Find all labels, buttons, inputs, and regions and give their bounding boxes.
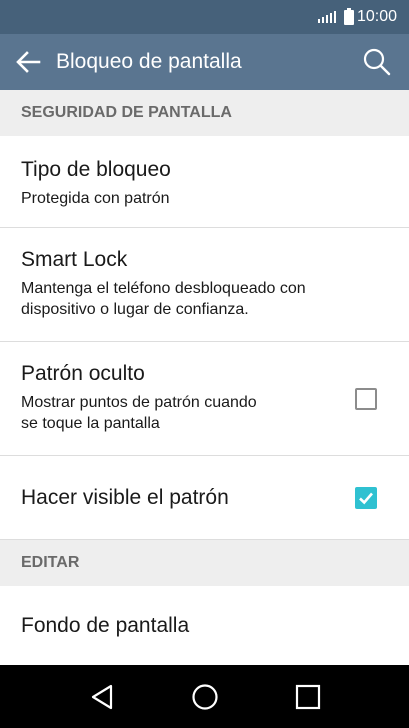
item-summary-line: Mostrar puntos de patrón cuando xyxy=(21,394,257,411)
item-title: Hacer visible el patrón xyxy=(21,485,229,509)
list-item-smart-lock[interactable]: Smart Lock Mantenga el teléfono desbloqu… xyxy=(0,228,409,342)
search-icon xyxy=(363,48,391,76)
item-title: Patrón oculto xyxy=(21,362,145,385)
square-recents-icon xyxy=(295,684,320,709)
navigation-bar xyxy=(0,665,409,728)
nav-recents-button[interactable] xyxy=(278,667,338,727)
page-title: Bloqueo de pantalla xyxy=(56,50,242,73)
section-header-security: SEGURIDAD DE PANTALLA xyxy=(0,90,409,136)
list-item-hidden-pattern[interactable]: Patrón oculto Mostrar puntos de patrón c… xyxy=(0,342,409,456)
item-summary: Mantenga el teléfono desbloqueado con di… xyxy=(21,278,409,320)
checkmark-icon xyxy=(359,492,373,505)
item-title: Fondo de pantalla xyxy=(21,613,190,637)
item-summary-line: dispositivo o lugar de confianza. xyxy=(21,301,249,318)
list-item-wallpaper[interactable]: Fondo de pantalla xyxy=(0,586,409,665)
item-title: Smart Lock xyxy=(21,248,128,271)
arrow-left-icon xyxy=(16,51,41,73)
visible-pattern-checkbox[interactable] xyxy=(355,487,377,509)
item-summary-line: se toque la pantalla xyxy=(21,415,160,432)
item-summary: Protegida con patrón xyxy=(21,190,170,207)
nav-home-button[interactable] xyxy=(175,667,235,727)
triangle-back-icon xyxy=(91,684,112,709)
section-header-label: SEGURIDAD DE PANTALLA xyxy=(21,104,232,121)
item-summary: Mostrar puntos de patrón cuando se toque… xyxy=(21,392,409,434)
battery-icon xyxy=(343,7,354,25)
item-title: Tipo de bloqueo xyxy=(21,158,171,181)
back-button[interactable] xyxy=(0,34,56,90)
circle-home-icon xyxy=(191,683,218,710)
nav-back-button[interactable] xyxy=(72,667,132,727)
hidden-pattern-checkbox[interactable] xyxy=(355,388,377,410)
app-bar: Bloqueo de pantalla xyxy=(0,34,409,90)
signal-icon xyxy=(317,11,336,23)
list-item-visible-pattern[interactable]: Hacer visible el patrón xyxy=(0,456,409,540)
list-item-lock-type[interactable]: Tipo de bloqueo Protegida con patrón xyxy=(0,136,409,228)
section-header-label: EDITAR xyxy=(21,554,80,571)
item-summary-line: Mantenga el teléfono desbloqueado con xyxy=(21,280,306,297)
status-time: 10:00 xyxy=(356,8,397,25)
section-header-edit: EDITAR xyxy=(0,540,409,586)
status-bar: 10:00 xyxy=(0,0,409,34)
search-button[interactable] xyxy=(361,46,393,78)
